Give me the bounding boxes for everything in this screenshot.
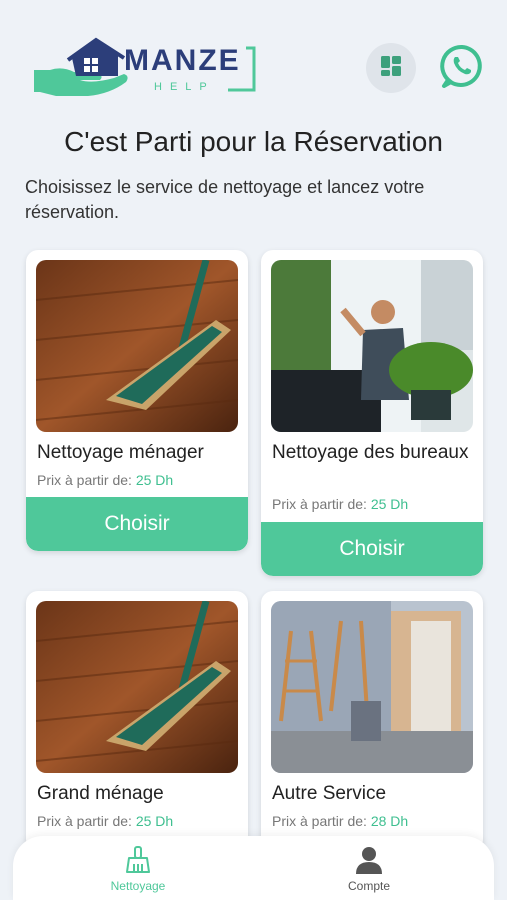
logo-wordmark: MANZE (124, 44, 241, 77)
choose-button[interactable]: Choisir (26, 497, 248, 551)
service-price: Prix à partir de: 25 Dh (272, 496, 408, 512)
mop-floor-image (36, 260, 238, 432)
price-label: Prix à partir de: (272, 813, 367, 829)
service-name: Grand ménage (37, 783, 164, 804)
whatsapp-button[interactable] (437, 43, 487, 93)
service-card-autre-service[interactable]: Autre Service Prix à partir de: 28 Dh (261, 591, 483, 851)
service-price: Prix à partir de: 28 Dh (272, 813, 408, 829)
price-amount: 25 Dh (135, 813, 174, 829)
tab-compte[interactable]: Compte (309, 846, 429, 893)
service-name: Nettoyage des bureaux (272, 442, 469, 463)
page-title: C'est Parti pour la Réservation (64, 126, 443, 157)
user-icon (355, 847, 383, 877)
choose-button[interactable]: Choisir (261, 522, 483, 576)
bottom-tab-bar: Nettoyage Compte (13, 836, 494, 900)
price-label: Prix à partir de: (272, 496, 367, 512)
price-amount: 25 Dh (135, 472, 174, 488)
price-amount: 28 Dh (370, 813, 409, 829)
service-card-nettoyage-menager[interactable]: Nettoyage ménager Prix à partir de: 25 D… (26, 250, 248, 551)
service-price: Prix à partir de: 25 Dh (37, 813, 173, 829)
service-name: Autre Service (272, 783, 387, 804)
service-card-nettoyage-bureaux[interactable]: Nettoyage des bureaux Prix à partir de: … (261, 250, 483, 576)
logo-subtitle: HELP (154, 81, 215, 93)
grid-icon (379, 54, 403, 83)
page-subtitle: Choisissez le service de nettoyage et la… (25, 177, 425, 222)
renovation-room-image (271, 601, 473, 773)
price-amount: 25 Dh (370, 496, 409, 512)
price-label: Prix à partir de: (37, 472, 132, 488)
manze-help-logo[interactable]: MANZE HELP (32, 36, 262, 98)
service-price: Prix à partir de: 25 Dh (37, 472, 173, 488)
price-label: Prix à partir de: (37, 813, 132, 829)
tab-label: Nettoyage (110, 879, 166, 893)
app-header: MANZE HELP (0, 30, 507, 110)
grid-menu-button[interactable] (366, 43, 416, 93)
tab-label: Compte (347, 879, 391, 893)
window-cleaning-image (271, 260, 473, 432)
tab-nettoyage[interactable]: Nettoyage (78, 846, 198, 893)
broom-icon (125, 846, 151, 877)
whatsapp-icon (438, 42, 486, 95)
service-name: Nettoyage ménager (37, 442, 204, 463)
service-card-grand-menage[interactable]: Grand ménage Prix à partir de: 25 Dh (26, 591, 248, 851)
mop-floor-image (36, 601, 238, 773)
